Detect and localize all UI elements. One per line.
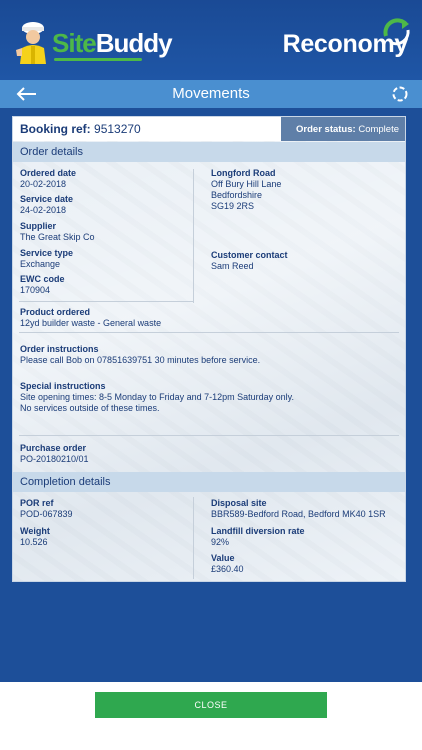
page-title: Movements [172,85,250,102]
sitebuddy-wordmark: SiteBuddy [52,28,173,59]
por-ref-value: POD-067839 [20,509,73,519]
customer-contact-label: Customer contact [211,250,288,260]
booking-ref-row: Booking ref: 9513270 Order status: Compl… [13,117,405,141]
ordered-date-label: Ordered date [20,168,77,178]
value-amount: £360.40 [211,564,244,574]
booking-ref: Booking ref: 9513270 [13,117,281,141]
footer-bar: CLOSE [0,682,422,750]
value-field: Value £360.40 [211,553,244,575]
completion-details-header: Completion details [13,472,405,492]
special-instructions-line: Site opening times: 8-5 Monday to Friday… [20,392,294,402]
disposal-site-value: BBR589-Bedford Road, Bedford MK40 1SR [211,509,386,519]
product-ordered-label: Product ordered [20,307,91,317]
reconomy-logo: Reconomy [283,18,410,66]
order-divider-instructions [19,332,399,333]
ordered-date-field: Ordered date 20-02-2018 [20,168,76,190]
por-ref-field: POR ref POD-067839 [20,498,73,520]
order-divider-product [19,301,193,302]
sitebuddy-buddy-text: Buddy [95,28,173,58]
app-header: SiteBuddy Reconomy [0,0,422,80]
service-date-value: 24-02-2018 [20,205,67,215]
order-divider-po [19,435,399,436]
order-status-label: Order status: [296,124,356,135]
order-instructions-value: Please call Bob on 07851639751 30 minute… [20,355,261,365]
purchase-order-field: Purchase order PO-20180210/01 [20,443,89,465]
order-divider-vertical [193,169,194,303]
weight-field: Weight 10.526 [20,526,50,548]
special-instructions-line: No services outside of these times. [20,403,160,413]
disposal-site-label: Disposal site [211,498,267,508]
site-address: Longford Road Off Bury Hill Lane Bedford… [211,168,281,212]
landfill-diversion-value: 92% [211,537,230,547]
site-address-line: Bedfordshire [211,190,263,200]
refresh-icon[interactable] [390,84,410,104]
site-address-line: Off Bury Hill Lane [211,179,282,189]
booking-ref-label: Booking ref: [20,122,91,136]
completion-divider-vertical [193,497,194,579]
purchase-order-value: PO-20180210/01 [20,454,89,464]
service-type-field: Service type Exchange [20,248,73,270]
ewc-code-label: EWC code [20,274,65,284]
site-address-line: SG19 2RS [211,201,255,211]
por-ref-label: POR ref [20,498,54,508]
service-date-label: Service date [20,194,74,204]
service-date-field: Service date 24-02-2018 [20,194,73,216]
supplier-label: Supplier [20,221,57,231]
booking-ref-value: 9513270 [94,122,141,136]
service-type-value: Exchange [20,259,61,269]
service-type-label: Service type [20,248,74,258]
landfill-diversion-label: Landfill diversion rate [211,526,305,536]
worker-mascot-icon [16,22,46,64]
supplier-value: The Great Skip Co [20,232,95,242]
customer-contact-field: Customer contact Sam Reed [211,250,288,272]
order-status-value: Complete [358,124,399,135]
disposal-site-field: Disposal site BBR589-Bedford Road, Bedfo… [211,498,386,520]
site-address-title: Longford Road [211,168,276,178]
ewc-code-value: 170904 [20,285,51,295]
sitebuddy-underline [54,58,142,61]
special-instructions-field: Special instructions Site opening times:… [20,381,294,414]
close-button[interactable]: CLOSE [95,692,327,718]
nav-bar: Movements [0,80,422,108]
sitebuddy-site-text: Site [52,28,97,58]
order-instructions-field: Order instructions Please call Bob on 07… [20,344,260,366]
order-status: Order status: Complete [281,117,405,141]
weight-label: Weight [20,526,50,536]
value-label: Value [211,553,235,563]
purchase-order-label: Purchase order [20,443,87,453]
movement-detail-card: Booking ref: 9513270 Order status: Compl… [12,116,406,582]
ewc-code-field: EWC code 170904 [20,274,65,296]
product-ordered-value: 12yd builder waste - General waste [20,318,162,328]
order-details-header: Order details [13,142,405,162]
customer-contact-value: Sam Reed [211,261,254,271]
product-ordered-field: Product ordered 12yd builder waste - Gen… [20,307,161,329]
supplier-field: Supplier The Great Skip Co [20,221,95,243]
ordered-date-value: 20-02-2018 [20,179,67,189]
weight-value: 10.526 [20,537,48,547]
landfill-diversion-field: Landfill diversion rate 92% [211,526,305,548]
order-instructions-label: Order instructions [20,344,99,354]
special-instructions-label: Special instructions [20,381,106,391]
recycle-arrow-icon [383,18,410,46]
sitebuddy-logo: SiteBuddy [14,18,173,66]
